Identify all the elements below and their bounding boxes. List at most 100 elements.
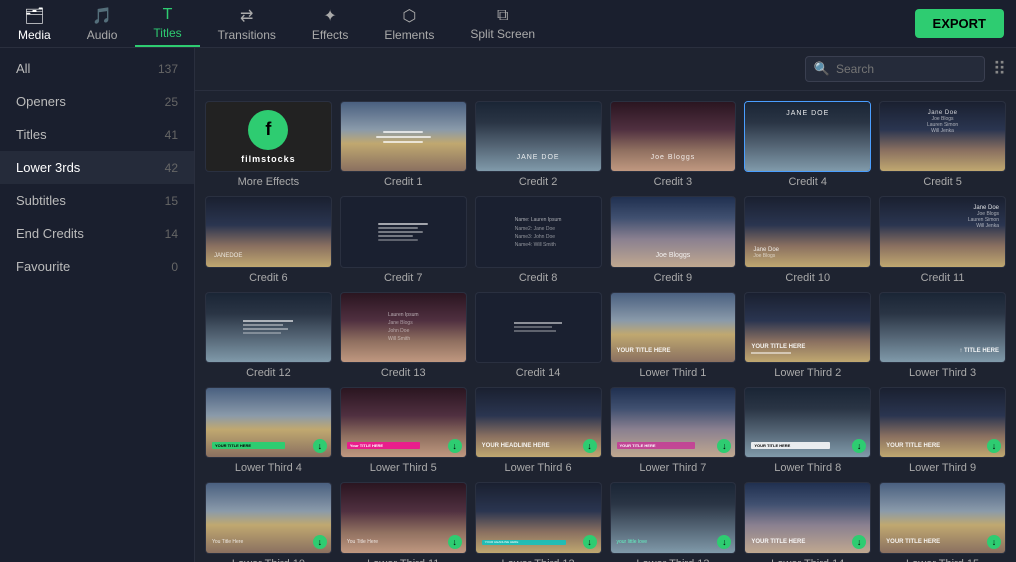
thumb-lower-third-13: your little love ↓	[610, 482, 737, 553]
sidebar-count-titles: 41	[165, 128, 178, 142]
label-credit-13: Credit 13	[340, 367, 467, 379]
grid-item-lower-third-10[interactable]: You Title Here ↓ Lower Third 10	[205, 482, 332, 562]
thumb-credit-2: JANE DOE	[475, 101, 602, 172]
grid-view-icon[interactable]: ⠿	[993, 59, 1006, 80]
label-lower-third-1: Lower Third 1	[610, 367, 737, 379]
label-lower-third-2: Lower Third 2	[744, 367, 871, 379]
grid-item-credit-7[interactable]: Credit 7	[340, 196, 467, 283]
grid-item-credit-11[interactable]: Jane Doe Joe Blogs Lauren Simon Will Jen…	[879, 196, 1006, 283]
search-input[interactable]	[836, 62, 976, 76]
thumb-credit-11: Jane Doe Joe Blogs Lauren Simon Will Jen…	[879, 196, 1006, 267]
grid-item-lower-third-12[interactable]: YOUR HEADLINE HERE ↓ Lower Third 12	[475, 482, 602, 562]
thumb-lower-third-14: YOUR TITLE HERE ↓	[744, 482, 871, 553]
grid-item-lower-third-3[interactable]: ↑ TITLE HERE Lower Third 3	[879, 292, 1006, 379]
label-lower-third-7: Lower Third 7	[610, 462, 737, 474]
label-credit-12: Credit 12	[205, 367, 332, 379]
thumb-credit-10: Jane Doe Joe Blogs	[744, 196, 871, 267]
media-icon: 🗂	[24, 6, 44, 26]
grid-item-credit-6[interactable]: JANEDOE Credit 6	[205, 196, 332, 283]
grid-item-lower-third-7[interactable]: YOUR TITLE HERE ↓ Lower Third 7	[610, 387, 737, 474]
sidebar-label-openers: Openers	[16, 94, 66, 109]
grid-item-lower-third-8[interactable]: YOUR TITLE HERE ↓ Lower Third 8	[744, 387, 871, 474]
grid-item-credit-3[interactable]: Joe Bloggs Credit 3	[610, 101, 737, 188]
sidebar-item-end-credits[interactable]: End Credits 14	[0, 217, 194, 250]
grid-item-credit-13[interactable]: Lauren Ipsum Jane Blogs John Doe Will Sm…	[340, 292, 467, 379]
grid-item-credit-10[interactable]: Jane Doe Joe Blogs Credit 10	[744, 196, 871, 283]
grid-item-credit-1[interactable]: Credit 1	[340, 101, 467, 188]
thumb-lower-third-1: YOUR TITLE HERE	[610, 292, 737, 363]
label-credit-3: Credit 3	[610, 176, 737, 188]
sidebar-item-subtitles[interactable]: Subtitles 15	[0, 184, 194, 217]
thumb-credit-12	[205, 292, 332, 363]
label-lower-third-15: Lower Third 15	[879, 558, 1006, 562]
label-lower-third-3: Lower Third 3	[879, 367, 1006, 379]
grid-item-credit-8[interactable]: Name: Lauren Ipsum Name2: Jane Doe Name3…	[475, 196, 602, 283]
label-credit-2: Credit 2	[475, 176, 602, 188]
sidebar: All 137 Openers 25 Titles 41 Lower 3rds …	[0, 48, 195, 562]
grid-item-lower-third-14[interactable]: YOUR TITLE HERE ↓ Lower Third 14	[744, 482, 871, 562]
thumb-lower-third-15: YOUR TITLE HERE ↓	[879, 482, 1006, 553]
download-badge-lt12: ↓	[583, 535, 597, 549]
nav-effects[interactable]: ✦ Effects	[294, 0, 366, 47]
sidebar-item-openers[interactable]: Openers 25	[0, 85, 194, 118]
sidebar-item-lower3rds[interactable]: Lower 3rds 42	[0, 151, 194, 184]
label-lower-third-8: Lower Third 8	[744, 462, 871, 474]
grid-item-credit-12[interactable]: Credit 12	[205, 292, 332, 379]
grid-item-credit-9[interactable]: Joe Bloggs Credit 9	[610, 196, 737, 283]
nav-elements[interactable]: ⬡ Elements	[366, 0, 452, 47]
grid-item-credit-2[interactable]: JANE DOE Credit 2	[475, 101, 602, 188]
nav-split-screen[interactable]: ⧉ Split Screen	[452, 0, 553, 47]
grid-item-lower-third-5[interactable]: Your TITLE HERE ↓ Lower Third 5	[340, 387, 467, 474]
label-credit-1: Credit 1	[340, 176, 467, 188]
label-lower-third-9: Lower Third 9	[879, 462, 1006, 474]
nav-transitions[interactable]: ⇄ Transitions	[200, 0, 294, 47]
thumb-lower-third-6: YOUR HEADLINE HERE ↓	[475, 387, 602, 458]
export-button[interactable]: EXPORT	[915, 9, 1004, 38]
sidebar-label-favourite: Favourite	[16, 259, 70, 274]
sidebar-label-subtitles: Subtitles	[16, 193, 66, 208]
grid-item-lower-third-13[interactable]: your little love ↓ Lower Third 13	[610, 482, 737, 562]
label-credit-7: Credit 7	[340, 272, 467, 284]
download-badge-lt6: ↓	[583, 439, 597, 453]
grid-item-lower-third-1[interactable]: YOUR TITLE HERE Lower Third 1	[610, 292, 737, 379]
download-badge-lt15: ↓	[987, 535, 1001, 549]
grid-item-lower-third-11[interactable]: You Title Here ↓ Lower Third 11	[340, 482, 467, 562]
thumb-lower-third-4: YOUR TITLE HERE ↓	[205, 387, 332, 458]
sidebar-item-all[interactable]: All 137	[0, 52, 194, 85]
grid-item-credit-14[interactable]: Credit 14	[475, 292, 602, 379]
grid-item-lower-third-2[interactable]: YOUR TITLE HERE Lower Third 2	[744, 292, 871, 379]
grid-scroll[interactable]: f filmstocks More Effects	[195, 91, 1016, 562]
thumb-more-effects: f filmstocks	[205, 101, 332, 172]
grid-item-lower-third-6[interactable]: YOUR HEADLINE HERE ↓ Lower Third 6	[475, 387, 602, 474]
thumb-lower-third-11: You Title Here ↓	[340, 482, 467, 553]
download-badge-lt14: ↓	[852, 535, 866, 549]
thumb-lower-third-9: YOUR TITLE HERE ↓	[879, 387, 1006, 458]
label-lower-third-13: Lower Third 13	[610, 558, 737, 562]
thumb-lower-third-12: YOUR HEADLINE HERE ↓	[475, 482, 602, 553]
sidebar-count-lower3rds: 42	[165, 161, 178, 175]
grid: f filmstocks More Effects	[205, 101, 1006, 562]
grid-item-credit-4[interactable]: JANE DOE Credit 4 Drag to the timeline t…	[744, 101, 871, 188]
nav-audio[interactable]: 🎵 Audio	[69, 0, 136, 47]
download-badge-lt13: ↓	[717, 535, 731, 549]
grid-item-lower-third-9[interactable]: YOUR TITLE HERE ↓ Lower Third 9	[879, 387, 1006, 474]
thumb-lower-third-10: You Title Here ↓	[205, 482, 332, 553]
nav-media[interactable]: 🗂 Media	[0, 0, 69, 47]
effects-icon: ✦	[323, 6, 336, 26]
sidebar-item-favourite[interactable]: Favourite 0	[0, 250, 194, 283]
elements-icon: ⬡	[402, 6, 416, 26]
thumb-credit-8: Name: Lauren Ipsum Name2: Jane Doe Name3…	[475, 196, 602, 267]
label-more-effects: More Effects	[205, 176, 332, 188]
grid-item-credit-5[interactable]: Jane Doe Joe Blogs Lauren Simon Will Jen…	[879, 101, 1006, 188]
label-lower-third-12: Lower Third 12	[475, 558, 602, 562]
nav-titles[interactable]: T Titles	[135, 0, 199, 47]
download-badge-lt10: ↓	[313, 535, 327, 549]
sidebar-count-subtitles: 15	[165, 194, 178, 208]
sidebar-count-all: 137	[158, 62, 178, 76]
grid-item-more-effects[interactable]: f filmstocks More Effects	[205, 101, 332, 188]
search-box[interactable]: 🔍	[805, 56, 985, 82]
sidebar-item-titles[interactable]: Titles 41	[0, 118, 194, 151]
grid-item-lower-third-15[interactable]: YOUR TITLE HERE ↓ Lower Third 15	[879, 482, 1006, 562]
sidebar-count-end-credits: 14	[165, 227, 178, 241]
grid-item-lower-third-4[interactable]: YOUR TITLE HERE ↓ Lower Third 4	[205, 387, 332, 474]
